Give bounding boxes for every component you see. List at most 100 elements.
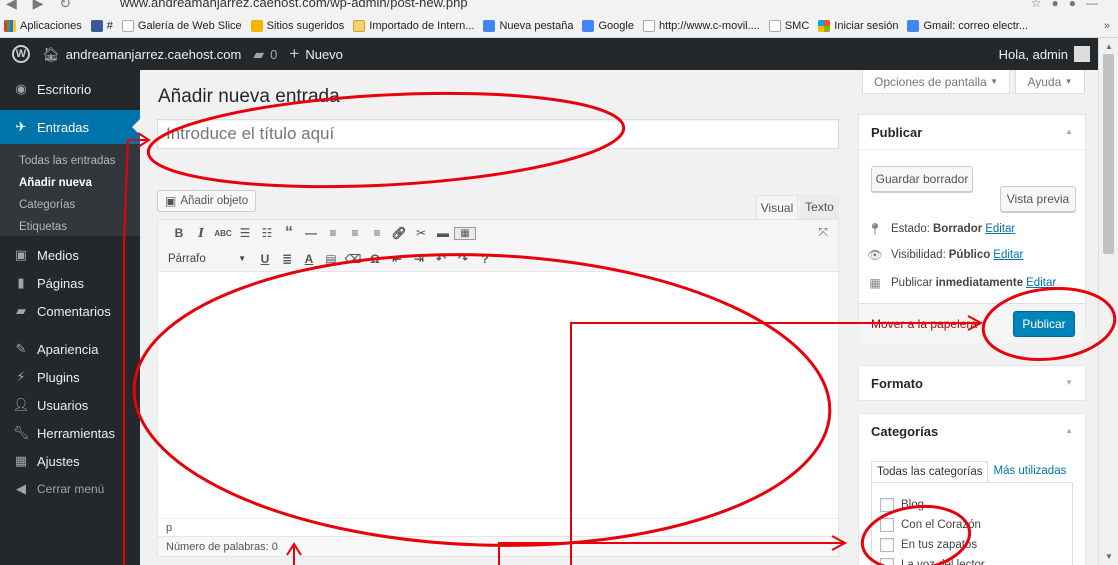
fullscreen-icon[interactable]: ⤧ <box>818 225 828 240</box>
read-more-icon[interactable]: ▬ <box>432 226 454 240</box>
bookmark-item[interactable]: Google <box>582 19 634 32</box>
scrollbar-thumb[interactable] <box>1103 54 1114 254</box>
extension-icons[interactable]: ☆●●— <box>1031 0 1108 10</box>
numbered-list-icon[interactable]: ☷ <box>256 226 278 240</box>
post-title-input[interactable]: Introduce el título aquí <box>157 119 839 149</box>
save-draft-button[interactable]: Guardar borrador <box>871 166 973 192</box>
screen-options-button[interactable]: Opciones de pantalla ▼ <box>862 70 1010 94</box>
strikethrough-icon[interactable]: ABC <box>212 229 234 238</box>
wp-logo-icon[interactable]: W <box>12 45 30 63</box>
collapse-arrow-icon[interactable]: ▲ <box>1065 127 1073 136</box>
blockquote-icon[interactable]: “ <box>278 224 300 242</box>
wp-admin-bar: W 🏠︎ andreamanjarrez.caehost.com ▰ 0 + Nuev… <box>0 38 1098 70</box>
paste-text-icon[interactable]: ▤ <box>320 252 342 266</box>
publish-button[interactable]: Publicar <box>1013 311 1075 337</box>
publish-box-header[interactable]: Publicar ▲ <box>859 115 1085 150</box>
sidebar-item-label: Páginas <box>37 275 84 291</box>
page-scrollbar[interactable]: ▲ ▼ <box>1098 38 1118 565</box>
edit-visibility-link[interactable]: Editar <box>993 249 1023 261</box>
redo-icon[interactable]: ↷ <box>452 252 474 266</box>
google-icon <box>582 19 595 32</box>
unlink-icon[interactable]: ✂ <box>410 226 432 240</box>
expand-arrow-icon[interactable]: ▼ <box>1065 378 1073 387</box>
help-button[interactable]: Ayuda ▼ <box>1015 70 1085 94</box>
category-tabs: Todas las categorías Más utilizadas <box>871 461 1071 483</box>
preview-button[interactable]: Vista previa <box>1000 186 1076 212</box>
add-media-button[interactable]: ▣ Añadir objeto <box>157 190 257 212</box>
publish-actions: Mover a la papelera Publicar <box>859 303 1085 343</box>
category-checkbox[interactable] <box>880 518 894 532</box>
tab-all-categories[interactable]: Todas las categorías <box>871 461 989 483</box>
category-checkbox[interactable] <box>880 498 894 512</box>
bookmark-item[interactable]: SMC <box>768 19 809 32</box>
bookmark-item[interactable]: Nueva pestaña <box>483 19 573 32</box>
tab-visual[interactable]: Visual <box>756 195 798 219</box>
category-checkbox[interactable] <box>880 538 894 552</box>
submenu-item[interactable]: Todas las entradas <box>0 150 140 172</box>
home-icon: 🏠︎ <box>42 45 60 62</box>
sidebar-item-entradas[interactable]: ✈ Entradas <box>0 110 140 144</box>
outdent-icon[interactable]: ⇤ <box>386 252 408 266</box>
category-item[interactable]: En tus zapatos <box>872 535 1072 555</box>
bold-icon[interactable]: B <box>168 226 190 240</box>
format-select[interactable]: Párrafo ▼ <box>164 249 250 269</box>
bookmark-item[interactable]: Importado de Intern... <box>353 19 474 32</box>
link-icon[interactable]: 🔗︎ <box>388 226 410 240</box>
omega-icon[interactable]: Ω <box>364 252 386 266</box>
new-content-link[interactable]: + Nuevo <box>289 44 343 64</box>
bookmark-item[interactable]: Sitios sugeridos <box>250 19 344 32</box>
help-icon[interactable]: ? <box>474 252 496 266</box>
edit-schedule-link[interactable]: Editar <box>1026 277 1056 289</box>
bookmark-item[interactable]: Iniciar sesión <box>818 19 898 32</box>
account-menu[interactable]: Hola, admin <box>999 46 1090 62</box>
scroll-up-icon[interactable]: ▲ <box>1105 42 1113 51</box>
category-item[interactable]: Blog <box>872 495 1072 515</box>
indent-icon[interactable]: ⇥ <box>408 252 430 266</box>
undo-icon[interactable]: ↶ <box>430 252 452 266</box>
bookmark-item[interactable]: Aplicaciones <box>4 19 82 32</box>
move-to-trash-link[interactable]: Mover a la papelera <box>871 317 977 331</box>
submenu-item[interactable]: Añadir nueva <box>0 172 140 194</box>
site-name-link[interactable]: 🏠︎ andreamanjarrez.caehost.com <box>42 46 241 63</box>
submenu-item[interactable]: Categorías <box>0 194 140 216</box>
sidebar-item-label: Escritorio <box>37 81 92 97</box>
align-center-icon[interactable]: ≡ <box>344 226 366 240</box>
format-box-header[interactable]: Formato ▼ <box>859 366 1085 401</box>
bullet-list-icon[interactable]: ☰ <box>234 226 256 240</box>
align-right-icon[interactable]: ≡ <box>366 226 388 240</box>
editor-content-area[interactable] <box>158 273 838 518</box>
bookmark-item[interactable]: # <box>90 19 113 32</box>
bookmark-item[interactable]: http://www.c-movil.... <box>642 19 760 32</box>
sidebar-item-comentarios[interactable]: ▰ Comentarios <box>0 294 140 328</box>
text-color-icon[interactable]: A <box>298 252 320 266</box>
italic-icon[interactable]: I <box>190 226 212 240</box>
comments-link[interactable]: ▰ 0 <box>253 46 277 63</box>
underline-icon[interactable]: U <box>254 252 276 266</box>
horizontal-line-icon[interactable]: — <box>300 226 322 240</box>
submenu-item[interactable]: Etiquetas <box>0 216 140 238</box>
category-item[interactable]: Con el Corazón <box>872 515 1072 535</box>
bookmarks-overflow-button[interactable]: » <box>1104 20 1110 32</box>
bookmark-item[interactable]: Galería de Web Slice <box>121 19 242 32</box>
sidebar-item-cerrar-menú[interactable]: ◀ Cerrar menú <box>0 472 140 506</box>
category-item[interactable]: La voz del lector <box>872 555 1072 565</box>
justify-icon[interactable]: ≣ <box>276 252 298 266</box>
browser-address-bar[interactable]: ◀ ▶ ↻ www.andreamanjarrez.caehost.com/wp… <box>0 0 1118 14</box>
scroll-down-icon[interactable]: ▼ <box>1105 552 1113 561</box>
clear-format-icon[interactable]: ⌫ <box>342 252 364 266</box>
url-text[interactable]: www.andreamanjarrez.caehost.com/wp-admin… <box>120 0 468 10</box>
browser-nav-icons[interactable]: ◀ ▶ ↻ <box>6 0 77 12</box>
plus-icon: + <box>289 44 300 63</box>
admin-sidebar: ◉ Escritorio ✈ Entradas ▣ Medios ▮ Páginas ▰ Come… <box>0 70 140 565</box>
categories-box-header[interactable]: Categorías ▲ <box>859 414 1085 449</box>
category-checkbox[interactable] <box>880 558 894 565</box>
sidebar-item-escritorio[interactable]: ◉ Escritorio <box>0 72 140 106</box>
tab-most-used[interactable]: Más utilizadas <box>988 461 1071 483</box>
tab-text[interactable]: Texto <box>800 195 839 219</box>
edit-status-link[interactable]: Editar <box>985 223 1015 235</box>
collapse-arrow-icon[interactable]: ▲ <box>1065 426 1073 435</box>
editor-toolbar-1: B I ABC ☰ ☷ “ — ≡ ≡ ≡ 🔗︎ ✂ ▬ ▦ ⤧ <box>158 220 838 246</box>
toolbar-toggle-icon[interactable]: ▦ <box>454 226 476 240</box>
align-left-icon[interactable]: ≡ <box>322 226 344 240</box>
bookmark-item[interactable]: Gmail: correo electr... <box>907 19 1028 32</box>
